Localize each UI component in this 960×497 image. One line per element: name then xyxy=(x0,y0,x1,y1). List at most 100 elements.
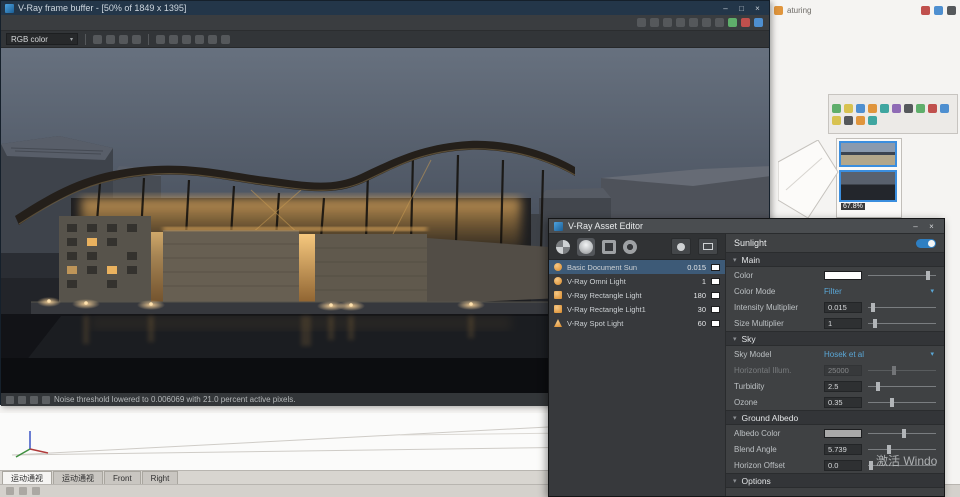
light-list-item[interactable]: V-Ray Rectangle Light 180 xyxy=(549,288,725,302)
render-preview-thumbnail[interactable] xyxy=(839,170,897,202)
asset-editor-titlebar[interactable]: V-Ray Asset Editor – × xyxy=(549,219,944,234)
light-color-swatch[interactable] xyxy=(711,320,720,327)
geometries-tab-icon[interactable] xyxy=(602,240,616,254)
albedo-slider[interactable] xyxy=(868,428,936,439)
light-color-swatch[interactable] xyxy=(711,278,720,285)
track-mouse-icon[interactable] xyxy=(689,18,698,27)
size-slider[interactable] xyxy=(868,318,936,329)
load-image-icon[interactable] xyxy=(106,35,115,44)
enabled-toggle[interactable] xyxy=(916,239,936,248)
light-list-item[interactable]: V-Ray Rectangle Light1 30 xyxy=(549,302,725,316)
light-color-swatch[interactable] xyxy=(711,292,720,299)
horizon-offset-input[interactable]: 0.0 xyxy=(824,460,862,471)
help-status-icon[interactable] xyxy=(32,487,40,495)
light-list-item[interactable]: V-Ray Spot Light 60 xyxy=(549,316,725,330)
setting-row-color-mode: Color Mode Filter ▾ xyxy=(726,283,944,299)
copy-image-icon[interactable] xyxy=(132,35,141,44)
color-swatch[interactable] xyxy=(824,271,862,280)
section-sky[interactable]: ▾ Sky xyxy=(726,331,944,346)
pause-icon[interactable] xyxy=(18,396,26,404)
turbidity-input[interactable]: 2.5 xyxy=(824,381,862,392)
render-icon[interactable] xyxy=(832,104,841,113)
section-options[interactable]: ▾ Options xyxy=(726,473,944,488)
maximize-button[interactable]: □ xyxy=(734,2,749,15)
region-render-icon[interactable] xyxy=(676,18,685,27)
size-input[interactable]: 1 xyxy=(824,318,862,329)
stop-render-icon[interactable] xyxy=(741,18,750,27)
texture-tool-icon[interactable] xyxy=(856,116,865,125)
vfb-titlebar[interactable]: V-Ray frame buffer - [50% of 1849 x 1395… xyxy=(1,1,769,15)
sky-model-dropdown[interactable]: Hosek et al xyxy=(824,350,924,359)
lights-tab-selected[interactable] xyxy=(577,238,595,256)
sun-light-icon xyxy=(554,263,562,271)
fog-tool-icon[interactable] xyxy=(868,116,877,125)
close-toolbar-icon[interactable] xyxy=(921,6,930,15)
light-color-swatch[interactable] xyxy=(711,264,720,271)
red-channel-icon[interactable] xyxy=(156,35,165,44)
batch-render-icon[interactable] xyxy=(916,104,925,113)
color-mode-dropdown[interactable]: Filter xyxy=(824,287,924,296)
horizontal-illum-slider xyxy=(868,365,936,376)
clear-image-icon[interactable] xyxy=(119,35,128,44)
camera-tool-icon[interactable] xyxy=(856,104,865,113)
help-icon[interactable] xyxy=(934,6,943,15)
extra-tool-icon[interactable] xyxy=(904,104,913,113)
ozone-slider[interactable] xyxy=(868,397,936,408)
light-list-item[interactable]: Basic Document Sun 0.015 xyxy=(549,260,725,274)
render-button[interactable] xyxy=(671,238,691,255)
close-button[interactable]: × xyxy=(924,220,939,233)
section-ground-albedo[interactable]: ▾ Ground Albedo xyxy=(726,410,944,425)
extension-puzzle-icon[interactable] xyxy=(774,6,783,15)
scene-tab-right[interactable]: Right xyxy=(142,471,179,484)
stamp-icon[interactable] xyxy=(663,18,672,27)
green-channel-icon[interactable] xyxy=(169,35,178,44)
blend-angle-input[interactable]: 5.739 xyxy=(824,444,862,455)
credits-icon[interactable] xyxy=(19,487,27,495)
save-image-icon[interactable] xyxy=(93,35,102,44)
white-balance-icon[interactable] xyxy=(221,35,230,44)
material-preview-thumbnail[interactable] xyxy=(839,141,897,167)
dome-light-icon[interactable] xyxy=(892,104,901,113)
channel-dropdown[interactable]: RGB color ▾ xyxy=(6,33,78,45)
render-settings-icon[interactable] xyxy=(754,18,763,27)
scene-tab-1[interactable]: 运动通视 xyxy=(2,471,52,484)
settings-tab-icon[interactable] xyxy=(623,240,637,254)
settings-tool-icon[interactable] xyxy=(844,116,853,125)
minimize-button[interactable]: – xyxy=(908,220,923,233)
start-render-icon[interactable] xyxy=(728,18,737,27)
exposure-icon[interactable] xyxy=(208,35,217,44)
duplicate-buffer-icon[interactable] xyxy=(715,18,724,27)
stop-icon[interactable] xyxy=(6,396,14,404)
stop-render-icon[interactable] xyxy=(928,104,937,113)
light-list-item[interactable]: V-Ray Omni Light 1 xyxy=(549,274,725,288)
ozone-input[interactable]: 0.35 xyxy=(824,397,862,408)
minimize-button[interactable]: – xyxy=(718,2,733,15)
turbidity-slider[interactable] xyxy=(868,381,936,392)
render-progress-badge: 67.8% xyxy=(841,203,865,210)
blue-channel-icon[interactable] xyxy=(182,35,191,44)
geolocation-icon[interactable] xyxy=(6,487,14,495)
history-icon[interactable] xyxy=(637,18,646,27)
close-button[interactable]: × xyxy=(750,2,765,15)
material-tool-icon[interactable] xyxy=(868,104,877,113)
frame-buffer-button[interactable] xyxy=(698,238,718,255)
scene-tab-front[interactable]: Front xyxy=(104,471,141,484)
albedo-color-swatch[interactable] xyxy=(824,429,862,438)
color-slider[interactable] xyxy=(868,270,936,281)
light-color-swatch[interactable] xyxy=(711,306,720,313)
window-menu-icon[interactable] xyxy=(947,6,956,15)
scene-tab-2[interactable]: 运动通视 xyxy=(53,471,103,484)
section-main[interactable]: ▾ Main xyxy=(726,252,944,267)
lights-tab-icon xyxy=(579,240,593,254)
frame-buffer-icon[interactable] xyxy=(940,104,949,113)
intensity-input[interactable]: 0.015 xyxy=(824,302,862,313)
teapot-icon xyxy=(677,243,685,251)
pixel-info-icon[interactable] xyxy=(702,18,711,27)
sphere-light-icon[interactable] xyxy=(880,104,889,113)
materials-tab-icon[interactable] xyxy=(556,240,570,254)
sun-tool-icon[interactable] xyxy=(832,116,841,125)
light-tool-icon[interactable] xyxy=(844,104,853,113)
compare-ab-icon[interactable] xyxy=(650,18,659,27)
mono-channel-icon[interactable] xyxy=(195,35,204,44)
intensity-slider[interactable] xyxy=(868,302,936,313)
